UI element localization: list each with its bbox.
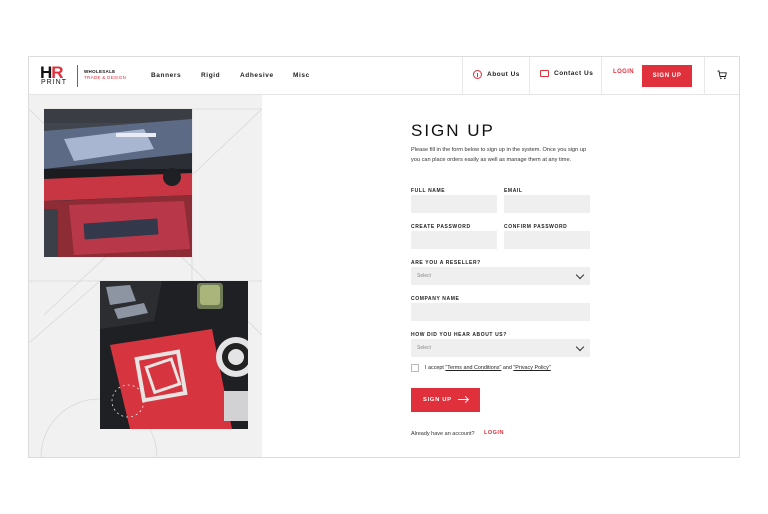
logo-tagline-2: TRADE & DESIGN [84, 75, 127, 80]
info-icon [473, 70, 482, 79]
nav-misc[interactable]: Misc [293, 72, 310, 79]
reseller-label: ARE YOU A RESELLER? [411, 260, 481, 266]
terms-checkbox[interactable] [411, 364, 419, 372]
arrow-right-icon [458, 399, 468, 400]
chevron-down-icon [575, 270, 585, 280]
confirm-password-field[interactable] [504, 231, 590, 249]
intro-text: Please fill in the form below to sign up… [411, 147, 587, 163]
printing-press-photo [44, 109, 192, 257]
email-field[interactable] [504, 195, 590, 213]
nav-adhesive[interactable]: Adhesive [240, 72, 274, 79]
hear-about-select[interactable]: Select [411, 339, 590, 357]
signup-submit-button[interactable]: SIGN UP [411, 388, 480, 412]
page-frame: HR PRINT WHOLESALE TRADE & DESIGN Banner… [28, 56, 740, 458]
terms-and: and [501, 365, 514, 371]
cart-icon[interactable] [717, 70, 727, 80]
full-name-field[interactable] [411, 195, 497, 213]
logo-divider [77, 65, 78, 87]
header-separator [529, 57, 530, 95]
terms-link[interactable]: "Terms and Conditions" [445, 365, 501, 371]
header-login-link[interactable]: LOGIN [613, 68, 634, 77]
hero-image-panel [29, 95, 262, 457]
header-separator [601, 57, 602, 95]
create-password-label: CREATE PASSWORD [411, 224, 471, 230]
about-us-link[interactable]: About Us [473, 70, 520, 79]
contact-us-link[interactable]: Contact Us [540, 70, 593, 77]
hear-about-label: HOW DID YOU HEAR ABOUT US? [411, 332, 507, 338]
header-signup-button[interactable]: SIGN UP [642, 65, 692, 87]
reseller-select-value: Select [417, 273, 431, 279]
hear-about-select-value: Select [417, 345, 431, 351]
privacy-link[interactable]: "Privacy Policy" [513, 365, 550, 371]
full-name-label: FULL NAME [411, 188, 446, 194]
company-name-field[interactable] [411, 303, 590, 321]
contact-us-label: Contact Us [554, 70, 594, 77]
chat-icon [540, 70, 549, 77]
nav-rigid[interactable]: Rigid [201, 72, 220, 79]
logo[interactable]: HR PRINT [40, 64, 70, 88]
terms-text: I accept "Terms and Conditions" and "Pri… [425, 364, 565, 373]
about-us-label: About Us [487, 71, 520, 78]
already-have-account-text: Already have an account? [411, 431, 475, 437]
site-header: HR PRINT WHOLESALE TRADE & DESIGN Banner… [29, 57, 739, 95]
company-name-label: COMPANY NAME [411, 296, 460, 302]
login-link[interactable]: LOGIN [484, 430, 504, 436]
logo-print-text: PRINT [41, 79, 67, 86]
header-separator [462, 57, 463, 95]
signup-submit-label: SIGN UP [423, 397, 452, 403]
confirm-password-label: CONFIRM PASSWORD [504, 224, 568, 230]
brand-materials-photo [100, 281, 248, 429]
page-title: SIGN UP [411, 121, 495, 140]
nav-banners[interactable]: Banners [151, 72, 181, 79]
logo-tagline-1: WHOLESALE [84, 69, 116, 74]
chevron-down-icon [575, 342, 585, 352]
email-label: EMAIL [504, 188, 523, 194]
create-password-field[interactable] [411, 231, 497, 249]
reseller-select[interactable]: Select [411, 267, 590, 285]
header-separator [704, 57, 705, 95]
terms-prefix: I accept [425, 365, 446, 371]
